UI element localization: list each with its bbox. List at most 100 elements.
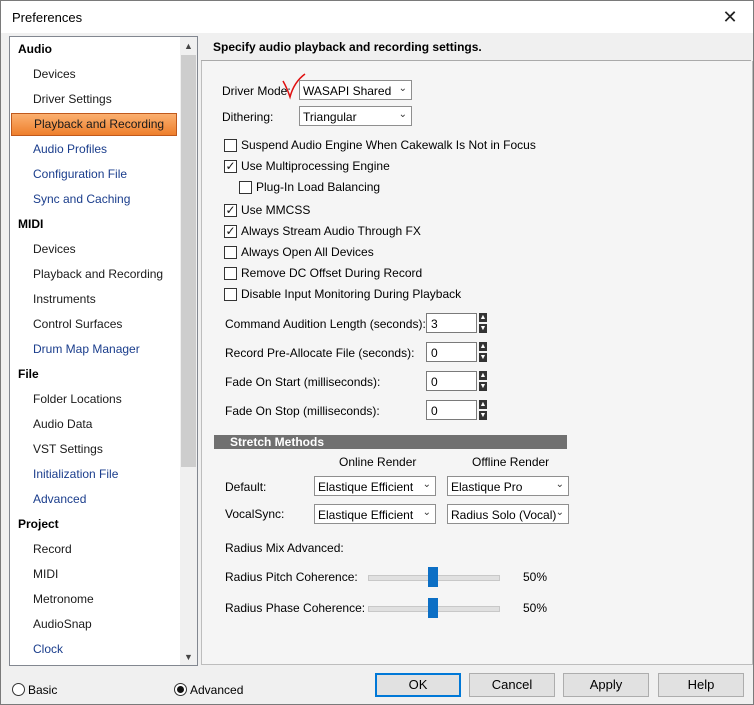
spin-buttons[interactable]: ▲ ▼: [479, 371, 487, 391]
tree-item[interactable]: Devices: [10, 237, 197, 262]
pitch-coherence-label: Radius Pitch Coherence:: [225, 570, 358, 584]
checkbox-label: Suspend Audio Engine When Cakewalk Is No…: [241, 138, 536, 152]
tree-category[interactable]: Project: [10, 512, 189, 537]
tree-category[interactable]: Audio: [10, 37, 189, 62]
tree-item[interactable]: Metronome: [10, 587, 197, 612]
spin-buttons[interactable]: ▲ ▼: [479, 342, 487, 362]
vocalsync-online-select[interactable]: Elastique Efficient ⌄: [314, 504, 436, 524]
numeric-field-label: Command Audition Length (seconds):: [225, 317, 426, 331]
checkbox-label: Always Open All Devices: [241, 245, 374, 259]
tree-item[interactable]: Advanced: [10, 487, 197, 512]
vocalsync-label: VocalSync:: [225, 507, 285, 521]
checkbox-label: Plug-In Load Balancing: [256, 180, 381, 194]
numeric-field-label: Fade On Start (milliseconds):: [225, 375, 381, 389]
close-button[interactable]: ✕: [707, 1, 753, 33]
checkbox[interactable]: [239, 181, 252, 194]
tree-item[interactable]: Drum Map Manager: [10, 337, 197, 362]
scroll-up-icon[interactable]: ▲: [180, 37, 197, 54]
radius-mix-heading: Radius Mix Advanced:: [225, 541, 344, 555]
close-icon: ✕: [722, 6, 738, 27]
chevron-down-icon: ⌄: [422, 507, 431, 518]
checkbox-checked[interactable]: ✓: [224, 225, 237, 238]
panel-description: Specify audio playback and recording set…: [213, 40, 482, 54]
checkbox-label: Use MMCSS: [241, 203, 311, 217]
advanced-label: Advanced: [190, 683, 244, 697]
spin-buttons[interactable]: ▲ ▼: [479, 313, 487, 333]
dithering-select[interactable]: Triangular ⌄: [299, 106, 412, 126]
numeric-input-value: 0: [431, 375, 438, 389]
basic-radio[interactable]: [12, 683, 25, 696]
scroll-down-icon[interactable]: ▼: [180, 648, 197, 665]
spin-up-icon[interactable]: ▲: [479, 313, 487, 322]
spin-up-icon[interactable]: ▲: [479, 342, 487, 351]
tree-item[interactable]: Devices: [10, 62, 197, 87]
offline-render-heading: Offline Render: [472, 455, 550, 469]
spin-up-icon[interactable]: ▲: [479, 371, 487, 380]
ok-button[interactable]: OK: [375, 673, 461, 697]
pitch-coherence-value: 50%: [523, 570, 548, 584]
tree-scrollbar[interactable]: ▲ ▼: [180, 37, 197, 665]
stretch-methods-header: Stretch Methods: [214, 435, 567, 449]
tree-category[interactable]: File: [10, 362, 189, 387]
tree-item[interactable]: AudioSnap: [10, 612, 197, 637]
default-label: Default:: [225, 480, 267, 494]
tree-item[interactable]: Audio Profiles: [10, 137, 197, 162]
pitch-coherence-thumb[interactable]: [428, 567, 438, 587]
checkbox-checked[interactable]: ✓: [224, 160, 237, 173]
tree-item[interactable]: Clock: [10, 637, 197, 662]
tree-item[interactable]: Playback and Recording: [10, 262, 197, 287]
advanced-radio[interactable]: [174, 683, 187, 696]
help-button[interactable]: Help: [658, 673, 744, 697]
category-tree: Audio Devices Driver Settings Playback and …: [9, 36, 198, 666]
apply-button[interactable]: Apply: [563, 673, 649, 697]
tree-item[interactable]: Control Surfaces: [10, 312, 197, 337]
spin-down-icon[interactable]: ▼: [479, 382, 487, 391]
numeric-input[interactable]: 3: [426, 313, 477, 333]
checkbox[interactable]: [224, 288, 237, 301]
checkbox-checked[interactable]: ✓: [224, 204, 237, 217]
checkbox[interactable]: [224, 246, 237, 259]
tree-item[interactable]: Driver Settings: [10, 87, 197, 112]
tree-item[interactable]: Audio Data: [10, 412, 197, 437]
tree-item[interactable]: Sync and Caching: [10, 187, 197, 212]
tree-item[interactable]: Instruments: [10, 287, 197, 312]
numeric-input[interactable]: 0: [426, 400, 477, 420]
tree-item[interactable]: Folder Locations: [10, 387, 197, 412]
spin-down-icon[interactable]: ▼: [479, 411, 487, 420]
checkbox[interactable]: [224, 267, 237, 280]
checkbox-label: Remove DC Offset During Record: [241, 266, 423, 280]
numeric-input[interactable]: 0: [426, 371, 477, 391]
spin-down-icon[interactable]: ▼: [479, 324, 487, 333]
tree-item[interactable]: Initialization File: [10, 462, 197, 487]
online-render-heading: Online Render: [339, 455, 417, 469]
tree-item[interactable]: Configuration File: [10, 162, 197, 187]
tree-item[interactable]: VST Settings: [10, 437, 197, 462]
spin-up-icon[interactable]: ▲: [479, 400, 487, 409]
title-bar[interactable]: Preferences ✕: [1, 1, 753, 33]
default-online-select[interactable]: Elastique Efficient ⌄: [314, 476, 436, 496]
checkbox[interactable]: [224, 139, 237, 152]
tree-item[interactable]: MIDI: [10, 562, 197, 587]
phase-coherence-value: 50%: [523, 601, 548, 615]
tree-item-selected[interactable]: Playback and Recording: [11, 113, 177, 136]
numeric-input-value: 0: [431, 404, 438, 418]
default-offline-select[interactable]: Elastique Pro ⌄: [447, 476, 569, 496]
vocalsync-offline-select[interactable]: Radius Solo (Vocal) ⌄: [447, 504, 569, 524]
chevron-down-icon: ⌄: [422, 479, 431, 490]
basic-label: Basic: [28, 683, 58, 697]
cancel-button[interactable]: Cancel: [469, 673, 555, 697]
numeric-field-label: Fade On Stop (milliseconds):: [225, 404, 380, 418]
chevron-down-icon: ⌄: [555, 479, 564, 490]
phase-coherence-thumb[interactable]: [428, 598, 438, 618]
scroll-thumb[interactable]: [181, 55, 196, 467]
radio-selected-dot: [177, 686, 184, 693]
phase-coherence-label: Radius Phase Coherence:: [225, 601, 366, 615]
driver-mode-select[interactable]: WASAPI Shared ⌄: [299, 80, 412, 100]
spin-down-icon[interactable]: ▼: [479, 353, 487, 362]
numeric-input[interactable]: 0: [426, 342, 477, 362]
chevron-down-icon: ⌄: [398, 83, 407, 94]
tree-item[interactable]: Record: [10, 537, 197, 562]
spin-buttons[interactable]: ▲ ▼: [479, 400, 487, 420]
numeric-field-label: Record Pre-Allocate File (seconds):: [225, 346, 415, 360]
tree-category[interactable]: MIDI: [10, 212, 189, 237]
